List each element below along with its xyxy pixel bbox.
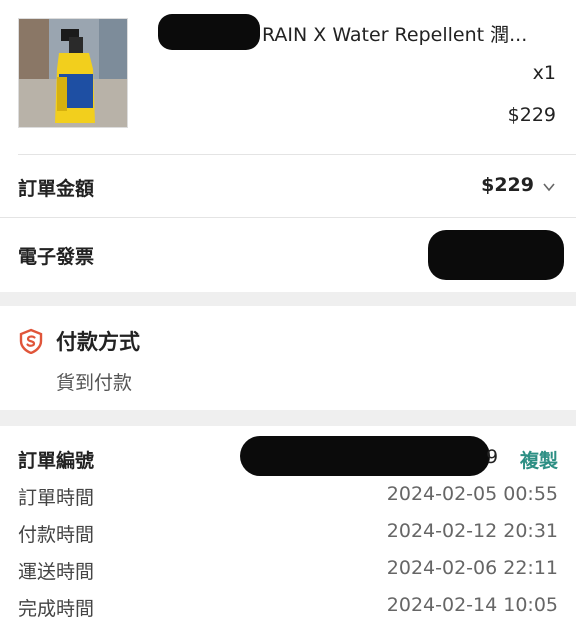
redacted-shop-name [158,14,260,50]
chevron-down-icon[interactable] [542,180,556,194]
redacted-invoice-number [428,230,564,280]
order-time-label: 訂單時間 [18,487,95,509]
order-time-value: 2024-02-05 00:55 [386,483,558,505]
shield-s-icon [19,328,43,354]
payment-method: 貨到付款 [56,372,133,394]
invoice-label: 電子發票 [18,246,95,268]
order-total-label: 訂單金額 [18,178,95,200]
payment-time-label: 付款時間 [18,524,95,546]
copy-button[interactable]: 複製 [520,446,558,473]
product-card[interactable]: RAIN X Water Repellent 潤... x1 $229 [0,0,576,154]
section-gap [0,292,576,306]
redacted-order-number [240,436,490,476]
order-total-value[interactable]: $229 [481,174,534,196]
shipping-time-value: 2024-02-06 22:11 [386,557,558,579]
invoice-row[interactable]: 電子發票 [0,218,576,292]
order-number-value: 9 [486,446,499,468]
completion-time-label: 完成時間 [18,598,95,620]
completion-time-value: 2024-02-14 10:05 [386,594,558,616]
product-image[interactable] [18,18,128,128]
payment-time-value: 2024-02-12 20:31 [386,520,558,542]
product-name[interactable]: RAIN X Water Repellent 潤... [262,20,562,47]
payment-title: 付款方式 [56,330,140,354]
spray-bottle-image [19,19,127,127]
product-price: $229 [507,104,556,126]
product-quantity: x1 [532,62,556,84]
shipping-time-label: 運送時間 [18,561,95,583]
section-gap [0,410,576,426]
order-number-label: 訂單編號 [18,450,95,472]
